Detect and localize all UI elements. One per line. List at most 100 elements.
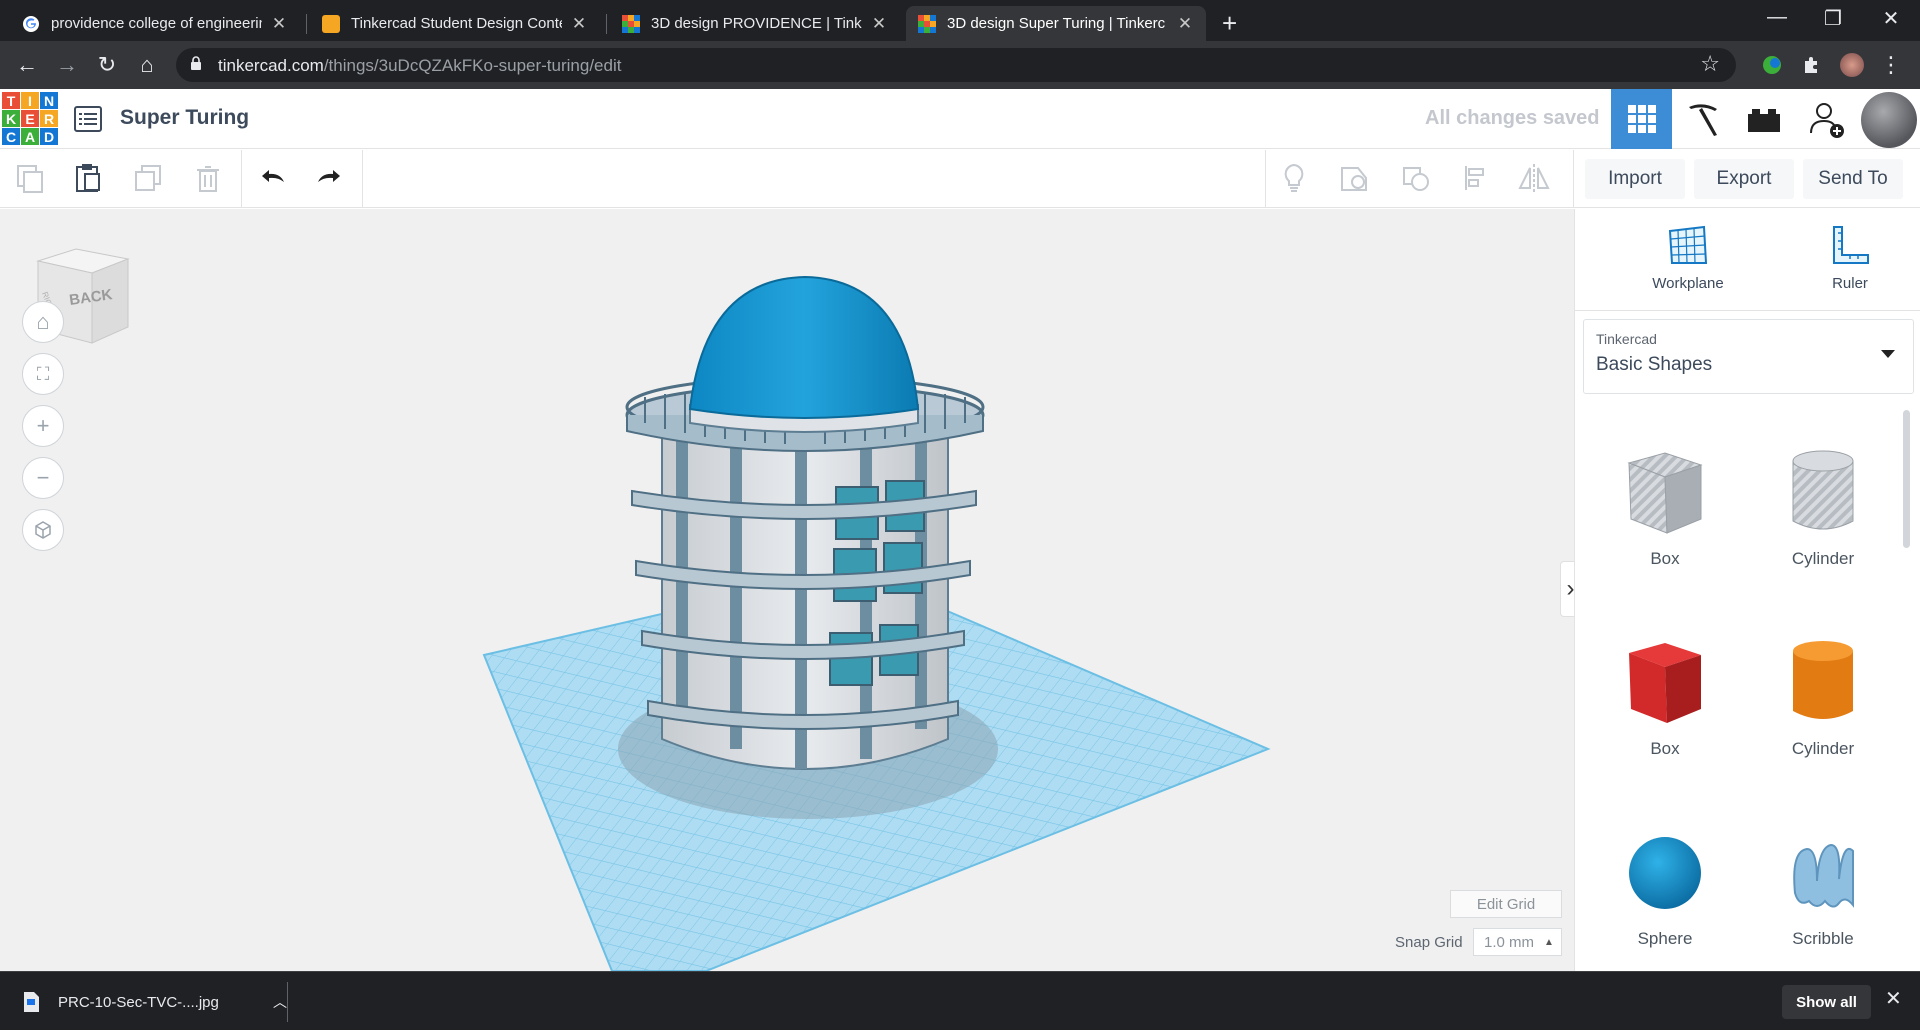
3d-scene[interactable] — [0, 209, 1574, 971]
ungroup-shapes-icon[interactable] — [1398, 160, 1434, 196]
workplane-viewport[interactable]: BACK RIGHT ⌂ ⛶ + − Edit Grid Snap Grid 1… — [0, 209, 1574, 971]
minimize-icon[interactable]: — — [1762, 6, 1792, 29]
file-icon — [24, 992, 39, 1012]
undo-icon[interactable] — [254, 160, 290, 196]
tab-title: Tinkercad Student Design Contes — [351, 15, 562, 32]
home-icon[interactable]: ⌂ — [132, 50, 162, 80]
home-view-button[interactable]: ⌂ — [22, 301, 64, 343]
back-arrow-icon[interactable]: ← — [12, 50, 42, 80]
shape-label: Cylinder — [1791, 739, 1855, 758]
ruler-icon — [1833, 226, 1869, 264]
design-title[interactable]: Super Turing — [120, 106, 249, 130]
design-list-icon[interactable] — [74, 106, 102, 132]
close-icon[interactable]: ✕ — [570, 14, 588, 34]
paste-icon[interactable] — [70, 160, 106, 196]
box-hole-icon — [1627, 452, 1703, 534]
download-divider — [287, 982, 288, 1022]
ruler-label: Ruler — [1832, 275, 1868, 292]
shapes-panel: Workplane Ruler Tinkercad Basic Shapes B… — [1574, 209, 1920, 971]
more-menu-icon[interactable]: ⋮ — [1876, 50, 1906, 80]
bookmark-star-icon[interactable]: ☆ — [1700, 51, 1720, 77]
cylinder-hole-icon — [1792, 450, 1854, 530]
minecraft-button[interactable] — [1672, 89, 1733, 149]
bricks-button[interactable] — [1733, 89, 1794, 149]
close-icon[interactable]: ✕ — [270, 14, 288, 34]
maximize-icon[interactable]: ❐ — [1818, 6, 1848, 31]
brick-icon — [1747, 109, 1780, 132]
send-to-button[interactable]: Send To — [1803, 159, 1903, 199]
tab-design-providence[interactable]: 3D design PROVIDENCE | Tinkerc ✕ — [610, 6, 900, 41]
browser-address-bar: ← → ↻ ⌂ tinkercad.com/things/3uDcQZAkFKo… — [0, 41, 1920, 89]
caret-down-icon — [1881, 350, 1895, 358]
chevron-up-icon[interactable]: ︿ — [273, 992, 287, 1012]
orange-cylinder-icon — [1793, 641, 1853, 719]
download-item[interactable]: PRC-10-Sec-TVC-....jpg ︿ — [22, 982, 287, 1022]
toolbar-divider — [362, 150, 363, 208]
reload-icon[interactable]: ↻ — [92, 50, 122, 80]
shape-library-dropdown[interactable]: Tinkercad Basic Shapes — [1583, 319, 1914, 394]
align-icon[interactable] — [1458, 160, 1494, 196]
shape-sphere[interactable]: Sphere — [1590, 821, 1740, 949]
toolbar-divider — [1573, 150, 1574, 208]
tab-providence-college[interactable]: providence college of engineerin ✕ — [10, 6, 300, 41]
extensions-puzzle-icon[interactable] — [1800, 53, 1824, 77]
shape-box-hole[interactable]: Box — [1590, 441, 1740, 569]
duplicate-icon[interactable] — [130, 160, 166, 196]
invite-user-button[interactable] — [1796, 89, 1857, 149]
3d-view-button[interactable] — [1611, 89, 1672, 149]
delete-trash-icon[interactable] — [190, 160, 226, 196]
tab-design-super-turing[interactable]: 3D design Super Turing | Tinkerc ✕ — [906, 6, 1206, 41]
panel-scrollbar[interactable] — [1903, 410, 1910, 548]
user-avatar[interactable] — [1861, 92, 1917, 148]
window-close-icon[interactable]: ✕ — [1876, 6, 1906, 31]
ruler-tool-button[interactable]: Ruler — [1790, 223, 1910, 292]
home-icon: ⌂ — [36, 309, 50, 334]
toolbar-divider — [241, 150, 242, 208]
tab-divider — [606, 14, 607, 34]
shape-scribble[interactable]: Scribble — [1748, 821, 1898, 949]
add-user-icon — [1809, 103, 1844, 138]
pickaxe-icon — [1688, 104, 1717, 136]
shape-box[interactable]: Box — [1590, 631, 1740, 759]
minus-icon: − — [36, 465, 50, 490]
caret-up-icon: ▲ — [1544, 936, 1554, 948]
close-icon[interactable]: ✕ — [870, 14, 888, 34]
close-icon[interactable]: ✕ — [1176, 14, 1194, 34]
import-button[interactable]: Import — [1585, 159, 1685, 199]
show-all-downloads-button[interactable]: Show all — [1782, 985, 1871, 1019]
copy-icon[interactable] — [12, 160, 48, 196]
collapse-panel-button[interactable]: › — [1560, 561, 1574, 617]
close-download-bar-icon[interactable]: ✕ — [1885, 986, 1902, 1011]
shape-label: Box — [1650, 549, 1680, 568]
url-bar[interactable]: tinkercad.com/things/3uDcQZAkFKo-super-t… — [176, 48, 1736, 82]
edit-grid-button[interactable]: Edit Grid — [1450, 890, 1562, 918]
light-bulb-icon[interactable] — [1276, 160, 1312, 196]
edit-toolbar: Import Export Send To — [0, 150, 1920, 208]
tower-model[interactable] — [625, 275, 985, 770]
mirror-icon[interactable] — [1516, 160, 1552, 196]
workplane-tool-button[interactable]: Workplane — [1628, 223, 1748, 292]
new-tab-button[interactable]: + — [1222, 8, 1237, 39]
shape-cylinder[interactable]: Cylinder — [1748, 631, 1898, 759]
shape-cylinder-hole[interactable]: Cylinder — [1748, 441, 1898, 569]
panel-tools: Workplane Ruler — [1575, 209, 1920, 311]
profile-avatar[interactable] — [1840, 53, 1864, 77]
redo-icon[interactable] — [312, 160, 348, 196]
tab-student-design-contest[interactable]: Tinkercad Student Design Contes ✕ — [310, 6, 600, 41]
plus-icon: + — [36, 413, 50, 438]
contest-favicon-icon — [322, 14, 340, 33]
perspective-toggle-button[interactable] — [22, 509, 64, 551]
group-shapes-icon[interactable] — [1336, 160, 1372, 196]
fit-view-button[interactable]: ⛶ — [22, 353, 64, 395]
cube-icon — [35, 521, 51, 539]
zoom-out-button[interactable]: − — [22, 457, 64, 499]
zoom-in-button[interactable]: + — [22, 405, 64, 447]
export-button[interactable]: Export — [1694, 159, 1794, 199]
snap-grid-select[interactable]: 1.0 mm ▲ — [1473, 928, 1562, 956]
extension-globe-icon[interactable] — [1760, 53, 1784, 77]
toolbar-divider — [1265, 150, 1266, 208]
tinkercad-favicon-icon — [918, 14, 936, 33]
tab-title: 3D design PROVIDENCE | Tinkerc — [651, 15, 862, 32]
forward-arrow-icon[interactable]: → — [52, 50, 82, 80]
tinkercad-logo[interactable]: T I N K E R C A D — [2, 92, 58, 146]
